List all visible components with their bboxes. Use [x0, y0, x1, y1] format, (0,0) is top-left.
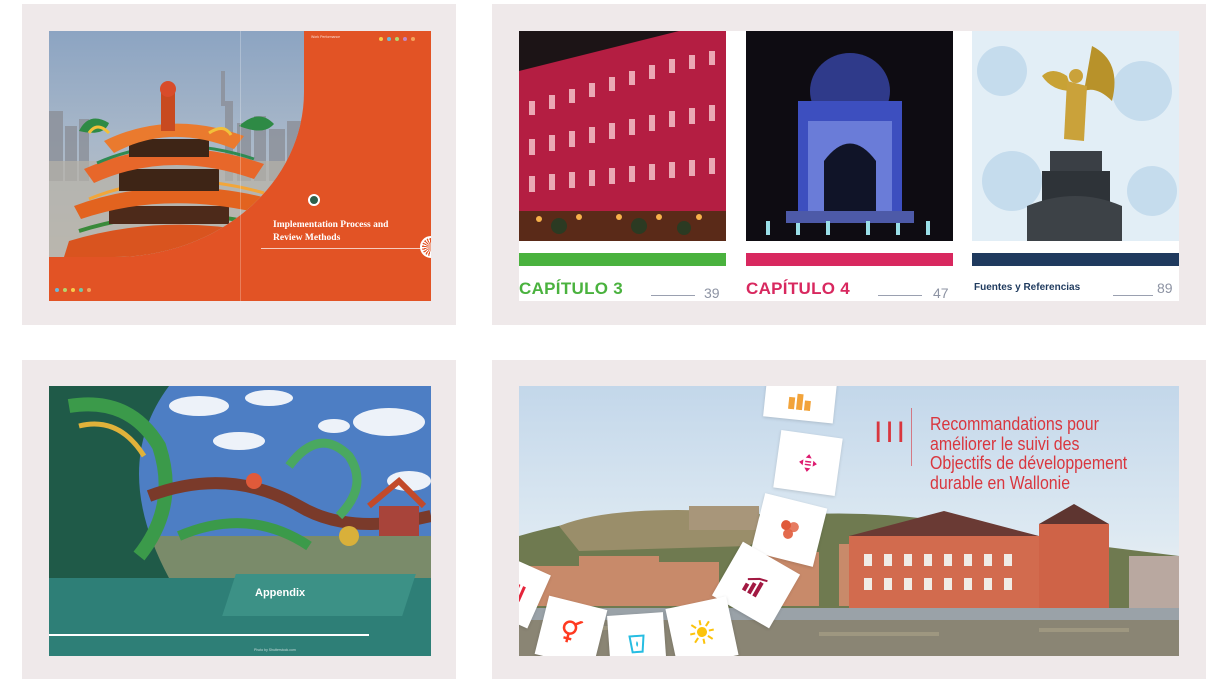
dragon-sculpture-photo [49, 386, 431, 578]
section-title: Implementation Process and Review Method… [273, 219, 431, 245]
references-page: 89 [1157, 280, 1173, 296]
brochure-thumbnail-appendix[interactable]: Appendix Photo by Shutterstock.com [22, 360, 456, 679]
cover-title-line-1: Recommandations pour [930, 413, 1099, 434]
cover-title-line-3: Objectifs de développement [930, 452, 1128, 473]
temple-roof-photo [49, 31, 304, 257]
title-rule [261, 248, 426, 249]
cover-title: Recommandations pour améliorer le suivi … [930, 414, 1145, 492]
cover-title-line-2: améliorer le suivi des [930, 432, 1080, 454]
section-roman-numeral: III [874, 416, 909, 449]
chapter-4-label: CAPÍTULO 4 [746, 279, 851, 298]
chapter-3-label: CAPÍTULO 3 [519, 279, 624, 298]
chapter-3-page: 39 [704, 285, 720, 301]
appendix-ribbon [222, 574, 416, 616]
chapters-spread: CAPÍTULO 3 39 CAPÍTULO 4 47 Fuentes y Re… [519, 31, 1179, 301]
references-leader [1113, 295, 1153, 296]
page-fold [240, 31, 241, 301]
chapter-3-column: CAPÍTULO 3 39 [519, 31, 726, 301]
brochure-thumbnail-wallonie[interactable]: III Recommandations pour améliorer le su… [492, 360, 1206, 679]
chapter-4-column: CAPÍTULO 4 47 [746, 31, 953, 301]
section-title-line-1: Implementation Process and [273, 220, 389, 230]
photo-credit: Photo by Shutterstock.com [254, 648, 296, 652]
chapter-4-leader [878, 295, 922, 296]
monument-photo [746, 31, 953, 241]
appendix-spread: Appendix Photo by Shutterstock.com [49, 386, 431, 656]
chapter-3-leader [651, 295, 695, 296]
wallonie-cover: III Recommandations pour améliorer le su… [519, 386, 1179, 656]
header-dots [379, 37, 415, 41]
angel-statue-photo [972, 31, 1179, 241]
references-column: Fuentes y Referencias 89 [972, 31, 1179, 301]
cover-title-line-4: durable en Wallonie [930, 471, 1071, 493]
globe-icon [308, 194, 320, 206]
running-header: Work Performance [311, 35, 341, 39]
palace-photo [519, 31, 726, 241]
section-title-line-2: Review Methods [273, 233, 341, 243]
brochure-thumbnail-chapters[interactable]: CAPÍTULO 3 39 CAPÍTULO 4 47 Fuentes y Re… [492, 4, 1206, 325]
chapter-4-page: 47 [933, 285, 949, 301]
chapter-3-bar [519, 253, 726, 266]
reduced-inequalities-icon [773, 429, 843, 497]
appendix-title: Appendix [255, 587, 306, 599]
appendix-rule [49, 634, 369, 636]
footer-dots [55, 288, 91, 292]
chapter-4-bar [746, 253, 953, 266]
sdg-wheel-icon [420, 236, 431, 258]
clean-water-icon [607, 612, 667, 656]
title-separator [911, 408, 912, 466]
references-bar [972, 253, 1179, 266]
implementation-spread: Work Performance Implementation Process … [49, 31, 431, 301]
brochure-thumbnail-implementation[interactable]: Work Performance Implementation Process … [22, 4, 456, 325]
references-label: Fuentes y Referencias [974, 282, 1081, 293]
